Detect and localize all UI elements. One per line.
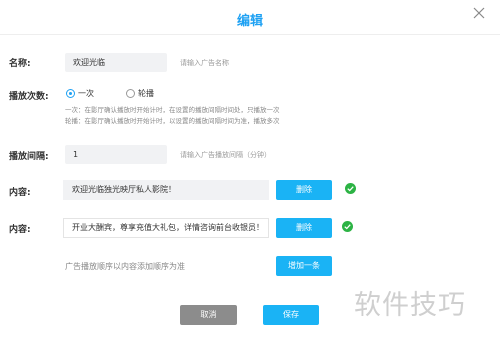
- name-label: 名称:: [9, 59, 31, 69]
- close-icon[interactable]: [471, 5, 487, 21]
- check-circle-icon: [345, 183, 356, 194]
- interval-input[interactable]: 1: [65, 145, 167, 164]
- delete-button[interactable]: 删除: [276, 218, 332, 238]
- play-count-label: 播放次数:: [9, 92, 49, 102]
- radio-loop-label: 轮播: [138, 89, 154, 98]
- content-label: 内容:: [9, 188, 31, 198]
- radio-loop[interactable]: [126, 89, 135, 98]
- dialog-title: 编辑: [236, 14, 263, 29]
- order-note: 广告播放顺序以内容添加顺序为准: [65, 262, 185, 271]
- interval-hint: 请输入广告播放间隔（分钟）: [180, 151, 271, 159]
- content-label: 内容:: [9, 225, 31, 235]
- play-count-desc-loop: 轮播：在影厅确认播放时开始计时，以设置的播放间隔时间为准，播放多次: [65, 117, 280, 125]
- delete-button[interactable]: 删除: [276, 180, 332, 200]
- name-hint: 请输入广告名称: [180, 59, 229, 67]
- radio-once-label: 一次: [78, 89, 94, 98]
- content-input[interactable]: 欢迎光临独光映厅私人影院！: [63, 180, 269, 200]
- play-count-desc-once: 一次：在影厅确认播放时开始计时，在设置的播放间隔时间处，只播放一次: [65, 106, 280, 114]
- header-divider: [0, 34, 500, 35]
- save-button[interactable]: 保存: [263, 305, 319, 325]
- content-input[interactable]: 开业大酬宾，尊享充值大礼包，详情咨询前台收银员！: [63, 218, 269, 238]
- interval-label: 播放间隔:: [9, 152, 49, 162]
- watermark: 软件技巧: [354, 290, 466, 321]
- cancel-button[interactable]: 取消: [180, 305, 237, 325]
- check-circle-icon: [342, 221, 353, 232]
- name-input[interactable]: 欢迎光临: [65, 53, 167, 72]
- add-item-button[interactable]: 增加一条: [276, 256, 332, 276]
- radio-once[interactable]: [66, 89, 75, 98]
